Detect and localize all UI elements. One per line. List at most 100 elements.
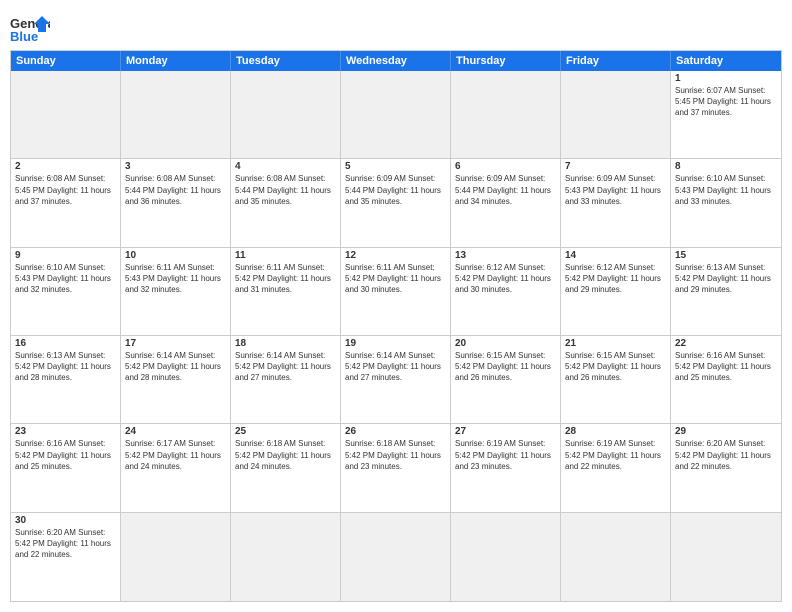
- calendar-cell-day-3: 3Sunrise: 6:08 AM Sunset: 5:44 PM Daylig…: [121, 159, 231, 246]
- day-info: Sunrise: 6:11 AM Sunset: 5:43 PM Dayligh…: [125, 262, 226, 296]
- day-info: Sunrise: 6:09 AM Sunset: 5:44 PM Dayligh…: [455, 173, 556, 207]
- day-number: 12: [345, 250, 446, 261]
- calendar-cell-empty: [451, 71, 561, 158]
- calendar-cell-day-18: 18Sunrise: 6:14 AM Sunset: 5:42 PM Dayli…: [231, 336, 341, 423]
- page: General Blue SundayMondayTuesdayWednesda…: [0, 0, 792, 612]
- day-info: Sunrise: 6:09 AM Sunset: 5:43 PM Dayligh…: [565, 173, 666, 207]
- day-number: 5: [345, 161, 446, 172]
- day-info: Sunrise: 6:20 AM Sunset: 5:42 PM Dayligh…: [15, 527, 116, 561]
- day-number: 14: [565, 250, 666, 261]
- day-info: Sunrise: 6:18 AM Sunset: 5:42 PM Dayligh…: [345, 438, 446, 472]
- calendar-cell-day-23: 23Sunrise: 6:16 AM Sunset: 5:42 PM Dayli…: [11, 424, 121, 511]
- calendar-cell-day-27: 27Sunrise: 6:19 AM Sunset: 5:42 PM Dayli…: [451, 424, 561, 511]
- calendar-cell-day-2: 2Sunrise: 6:08 AM Sunset: 5:45 PM Daylig…: [11, 159, 121, 246]
- day-number: 18: [235, 338, 336, 349]
- calendar-cell-day-29: 29Sunrise: 6:20 AM Sunset: 5:42 PM Dayli…: [671, 424, 781, 511]
- day-header-thursday: Thursday: [451, 51, 561, 71]
- calendar-row-5: 30Sunrise: 6:20 AM Sunset: 5:42 PM Dayli…: [11, 513, 781, 601]
- day-number: 3: [125, 161, 226, 172]
- day-number: 17: [125, 338, 226, 349]
- calendar-cell-empty: [341, 71, 451, 158]
- day-number: 19: [345, 338, 446, 349]
- day-info: Sunrise: 6:12 AM Sunset: 5:42 PM Dayligh…: [565, 262, 666, 296]
- calendar-body: 1Sunrise: 6:07 AM Sunset: 5:45 PM Daylig…: [11, 71, 781, 601]
- calendar-cell-day-28: 28Sunrise: 6:19 AM Sunset: 5:42 PM Dayli…: [561, 424, 671, 511]
- generalblue-logo-icon: General Blue: [10, 14, 50, 44]
- day-info: Sunrise: 6:19 AM Sunset: 5:42 PM Dayligh…: [565, 438, 666, 472]
- day-info: Sunrise: 6:20 AM Sunset: 5:42 PM Dayligh…: [675, 438, 777, 472]
- day-number: 9: [15, 250, 116, 261]
- day-number: 25: [235, 426, 336, 437]
- calendar-cell-empty: [231, 513, 341, 601]
- day-number: 8: [675, 161, 777, 172]
- calendar-header: SundayMondayTuesdayWednesdayThursdayFrid…: [11, 51, 781, 71]
- calendar-cell-day-24: 24Sunrise: 6:17 AM Sunset: 5:42 PM Dayli…: [121, 424, 231, 511]
- day-number: 16: [15, 338, 116, 349]
- calendar-cell-day-20: 20Sunrise: 6:15 AM Sunset: 5:42 PM Dayli…: [451, 336, 561, 423]
- day-info: Sunrise: 6:11 AM Sunset: 5:42 PM Dayligh…: [345, 262, 446, 296]
- calendar-cell-day-9: 9Sunrise: 6:10 AM Sunset: 5:43 PM Daylig…: [11, 248, 121, 335]
- calendar-cell-day-12: 12Sunrise: 6:11 AM Sunset: 5:42 PM Dayli…: [341, 248, 451, 335]
- day-number: 6: [455, 161, 556, 172]
- day-info: Sunrise: 6:15 AM Sunset: 5:42 PM Dayligh…: [455, 350, 556, 384]
- day-number: 2: [15, 161, 116, 172]
- calendar-cell-day-10: 10Sunrise: 6:11 AM Sunset: 5:43 PM Dayli…: [121, 248, 231, 335]
- calendar-cell-day-6: 6Sunrise: 6:09 AM Sunset: 5:44 PM Daylig…: [451, 159, 561, 246]
- day-number: 23: [15, 426, 116, 437]
- day-number: 1: [675, 73, 777, 84]
- day-number: 4: [235, 161, 336, 172]
- calendar-row-1: 2Sunrise: 6:08 AM Sunset: 5:45 PM Daylig…: [11, 159, 781, 247]
- calendar-row-2: 9Sunrise: 6:10 AM Sunset: 5:43 PM Daylig…: [11, 248, 781, 336]
- day-number: 20: [455, 338, 556, 349]
- calendar-cell-day-30: 30Sunrise: 6:20 AM Sunset: 5:42 PM Dayli…: [11, 513, 121, 601]
- calendar-cell-day-21: 21Sunrise: 6:15 AM Sunset: 5:42 PM Dayli…: [561, 336, 671, 423]
- day-number: 15: [675, 250, 777, 261]
- day-info: Sunrise: 6:08 AM Sunset: 5:44 PM Dayligh…: [125, 173, 226, 207]
- day-info: Sunrise: 6:14 AM Sunset: 5:42 PM Dayligh…: [235, 350, 336, 384]
- calendar-cell-empty: [11, 71, 121, 158]
- day-info: Sunrise: 6:13 AM Sunset: 5:42 PM Dayligh…: [15, 350, 116, 384]
- day-number: 11: [235, 250, 336, 261]
- day-info: Sunrise: 6:16 AM Sunset: 5:42 PM Dayligh…: [675, 350, 777, 384]
- day-info: Sunrise: 6:12 AM Sunset: 5:42 PM Dayligh…: [455, 262, 556, 296]
- day-info: Sunrise: 6:15 AM Sunset: 5:42 PM Dayligh…: [565, 350, 666, 384]
- day-info: Sunrise: 6:10 AM Sunset: 5:43 PM Dayligh…: [15, 262, 116, 296]
- day-info: Sunrise: 6:08 AM Sunset: 5:44 PM Dayligh…: [235, 173, 336, 207]
- day-info: Sunrise: 6:14 AM Sunset: 5:42 PM Dayligh…: [125, 350, 226, 384]
- calendar-cell-empty: [121, 71, 231, 158]
- calendar-row-4: 23Sunrise: 6:16 AM Sunset: 5:42 PM Dayli…: [11, 424, 781, 512]
- calendar-cell-day-22: 22Sunrise: 6:16 AM Sunset: 5:42 PM Dayli…: [671, 336, 781, 423]
- day-header-sunday: Sunday: [11, 51, 121, 71]
- day-number: 26: [345, 426, 446, 437]
- calendar-cell-empty: [341, 513, 451, 601]
- day-number: 7: [565, 161, 666, 172]
- day-header-monday: Monday: [121, 51, 231, 71]
- day-number: 22: [675, 338, 777, 349]
- calendar-cell-day-5: 5Sunrise: 6:09 AM Sunset: 5:44 PM Daylig…: [341, 159, 451, 246]
- day-info: Sunrise: 6:10 AM Sunset: 5:43 PM Dayligh…: [675, 173, 777, 207]
- calendar: SundayMondayTuesdayWednesdayThursdayFrid…: [10, 50, 782, 602]
- logo: General Blue: [10, 14, 50, 44]
- calendar-cell-day-1: 1Sunrise: 6:07 AM Sunset: 5:45 PM Daylig…: [671, 71, 781, 158]
- day-info: Sunrise: 6:11 AM Sunset: 5:42 PM Dayligh…: [235, 262, 336, 296]
- day-number: 13: [455, 250, 556, 261]
- calendar-cell-day-13: 13Sunrise: 6:12 AM Sunset: 5:42 PM Dayli…: [451, 248, 561, 335]
- calendar-cell-empty: [561, 71, 671, 158]
- day-info: Sunrise: 6:19 AM Sunset: 5:42 PM Dayligh…: [455, 438, 556, 472]
- calendar-cell-empty: [451, 513, 561, 601]
- calendar-cell-day-7: 7Sunrise: 6:09 AM Sunset: 5:43 PM Daylig…: [561, 159, 671, 246]
- day-info: Sunrise: 6:16 AM Sunset: 5:42 PM Dayligh…: [15, 438, 116, 472]
- calendar-cell-empty: [671, 513, 781, 601]
- day-number: 21: [565, 338, 666, 349]
- day-number: 30: [15, 515, 116, 526]
- calendar-cell-day-15: 15Sunrise: 6:13 AM Sunset: 5:42 PM Dayli…: [671, 248, 781, 335]
- day-info: Sunrise: 6:18 AM Sunset: 5:42 PM Dayligh…: [235, 438, 336, 472]
- day-number: 10: [125, 250, 226, 261]
- calendar-cell-day-4: 4Sunrise: 6:08 AM Sunset: 5:44 PM Daylig…: [231, 159, 341, 246]
- day-info: Sunrise: 6:08 AM Sunset: 5:45 PM Dayligh…: [15, 173, 116, 207]
- day-info: Sunrise: 6:07 AM Sunset: 5:45 PM Dayligh…: [675, 85, 777, 119]
- calendar-cell-day-17: 17Sunrise: 6:14 AM Sunset: 5:42 PM Dayli…: [121, 336, 231, 423]
- day-info: Sunrise: 6:14 AM Sunset: 5:42 PM Dayligh…: [345, 350, 446, 384]
- calendar-cell-day-8: 8Sunrise: 6:10 AM Sunset: 5:43 PM Daylig…: [671, 159, 781, 246]
- day-header-friday: Friday: [561, 51, 671, 71]
